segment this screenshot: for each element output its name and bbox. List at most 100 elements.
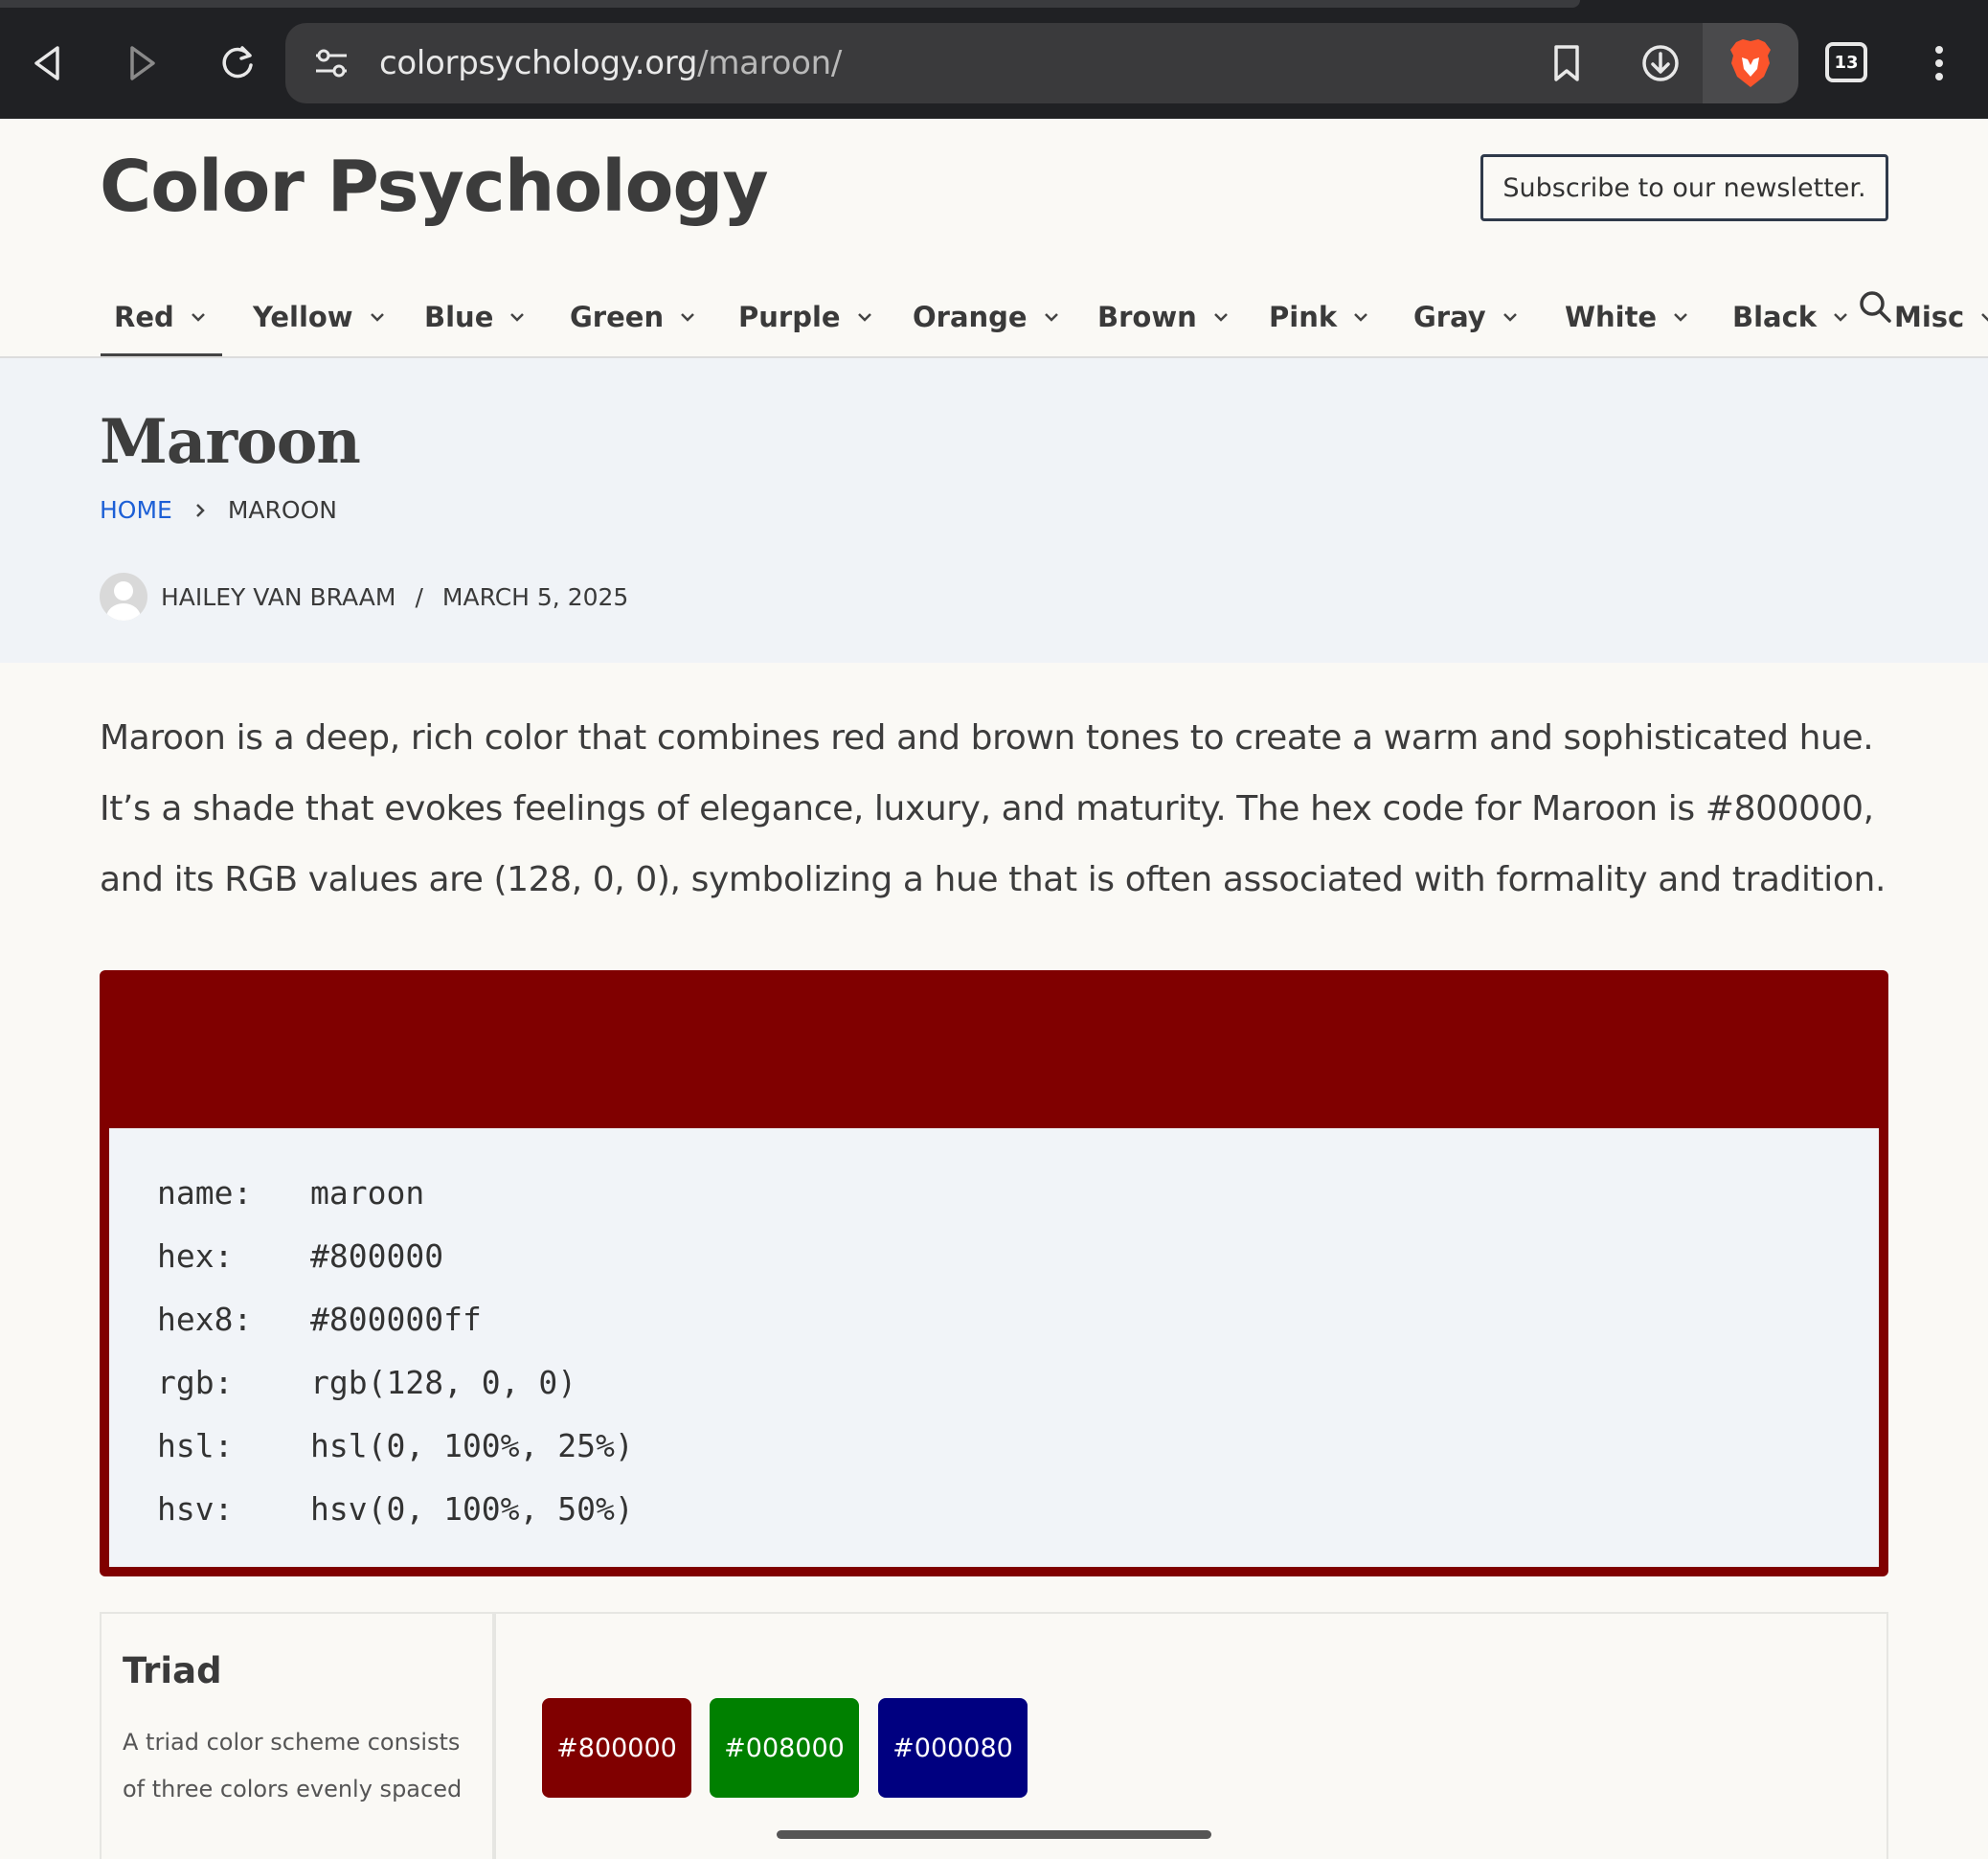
brave-shields-button[interactable]	[1703, 23, 1798, 103]
tab-switcher-button[interactable]: 13	[1825, 42, 1867, 82]
nav-item-green[interactable]: Green	[570, 278, 698, 356]
chevron-down-icon	[857, 313, 871, 322]
nav-item-red[interactable]: Red	[101, 278, 222, 358]
chevron-down-icon	[1354, 313, 1368, 322]
spec-value: maroon	[310, 1174, 425, 1212]
spec-row-hex: hex: #800000	[157, 1237, 443, 1275]
chevron-down-icon	[1834, 313, 1847, 322]
chevron-down-icon	[1981, 313, 1988, 322]
spec-key: hex:	[157, 1237, 234, 1275]
nav-item-black[interactable]: Black	[1732, 278, 1851, 356]
breadcrumb-home-link[interactable]: HOME	[100, 496, 172, 524]
spec-key: rgb:	[157, 1364, 234, 1401]
spec-row-hsl: hsl: hsl(0, 100%, 25%)	[157, 1427, 634, 1464]
tab-strip-edge	[0, 0, 1580, 8]
triad-description: A triad color scheme consists of three c…	[123, 1729, 463, 1802]
spec-value: hsl(0, 100%, 25%)	[310, 1427, 634, 1464]
intro-paragraph: Maroon is a deep, rich color that combin…	[100, 718, 1886, 899]
color-spec-panel: name: maroon hex: #800000 hex8: #800000ff r…	[109, 1128, 1879, 1567]
gesture-home-bar[interactable]	[777, 1830, 1211, 1839]
chevron-down-icon	[370, 313, 384, 322]
author-name[interactable]: HAILEY VAN BRAAM	[161, 583, 395, 611]
meta-separator: /	[415, 582, 423, 611]
download-icon[interactable]	[1639, 42, 1682, 84]
forward-button[interactable]	[107, 29, 176, 98]
nav-label: Red	[114, 301, 174, 333]
triad-swatches-panel: #800000 #008000 #000080	[494, 1612, 1888, 1859]
spec-key: hsv:	[157, 1490, 234, 1528]
spec-value: #800000ff	[310, 1301, 482, 1338]
reload-button[interactable]	[203, 29, 272, 98]
tab-count: 13	[1834, 52, 1859, 73]
forward-arrow-icon	[130, 46, 155, 80]
spec-value: #800000	[310, 1237, 444, 1275]
search-icon[interactable]	[1858, 289, 1892, 324]
bookmark-icon[interactable]	[1546, 42, 1588, 84]
reload-icon	[222, 46, 253, 79]
spec-key: hsl:	[157, 1427, 234, 1464]
spec-value: hsv(0, 100%, 50%)	[310, 1490, 634, 1528]
avatar[interactable]	[100, 573, 147, 621]
chevron-down-icon	[1044, 313, 1058, 322]
subscribe-button[interactable]: Subscribe to our newsletter.	[1480, 154, 1888, 221]
nav-item-brown[interactable]: Brown	[1097, 278, 1231, 356]
nav-label: Pink	[1269, 301, 1338, 333]
spec-row-rgb: rgb: rgb(128, 0, 0)	[157, 1364, 576, 1401]
triad-swatch-1[interactable]: #800000	[542, 1698, 691, 1798]
nav-label: Gray	[1413, 301, 1486, 333]
nav-label: Black	[1732, 301, 1818, 333]
nav-item-yellow[interactable]: Yellow	[253, 278, 388, 356]
nav-item-purple[interactable]: Purple	[738, 278, 875, 356]
chevron-down-icon	[1502, 313, 1517, 322]
nav-label: Blue	[424, 301, 494, 333]
swatch-hex: #800000	[556, 1733, 677, 1763]
address-bar[interactable]: colorpsychology.org/maroon/	[285, 23, 1798, 103]
nav-item-orange[interactable]: Orange	[913, 278, 1062, 356]
site-title[interactable]: Color Psychology	[100, 146, 769, 228]
url-path: /maroon/	[697, 44, 843, 82]
post-meta: HAILEY VAN BRAAM / MARCH 5, 2025	[100, 572, 628, 622]
triad-swatch-2[interactable]: #008000	[710, 1698, 859, 1798]
nav-label: Purple	[738, 301, 841, 333]
main-nav: Red Yellow Blue Green Purple Orange Brow…	[100, 278, 1988, 358]
chevron-right-icon	[195, 503, 205, 517]
post-date: MARCH 5, 2025	[441, 582, 629, 611]
spec-key: name:	[157, 1174, 253, 1212]
nav-label: Misc	[1894, 301, 1965, 333]
url-text[interactable]: colorpsychology.org/maroon/	[379, 44, 842, 82]
nav-label: Yellow	[253, 301, 353, 333]
spec-value: rgb(128, 0, 0)	[310, 1364, 577, 1401]
nav-item-blue[interactable]: Blue	[424, 278, 528, 356]
page-title: Maroon	[100, 406, 361, 478]
spec-row-hex8: hex8: #800000ff	[157, 1301, 482, 1338]
chevron-down-icon	[681, 313, 694, 322]
triad-swatch-3[interactable]: #000080	[878, 1698, 1028, 1798]
color-swatch-card: name: maroon hex: #800000 hex8: #800000ff r…	[100, 970, 1888, 1576]
nav-label: Brown	[1097, 301, 1197, 333]
tune-icon[interactable]	[310, 42, 352, 84]
swatch-hex: #000080	[892, 1733, 1013, 1763]
spec-row-hsv: hsv: hsv(0, 100%, 50%)	[157, 1490, 634, 1528]
chevron-down-icon	[1674, 313, 1687, 322]
breadcrumb-current: MAROON	[227, 496, 337, 524]
back-arrow-icon	[34, 46, 59, 80]
nav-label: Green	[570, 301, 665, 333]
breadcrumb: HOME MAROON	[100, 496, 337, 524]
back-button[interactable]	[13, 29, 82, 98]
chevron-down-icon	[510, 313, 525, 322]
spec-row-name: name: maroon	[157, 1174, 424, 1212]
spec-key: hex8:	[157, 1301, 253, 1338]
nav-label: Orange	[913, 301, 1028, 333]
nav-item-white[interactable]: White	[1565, 278, 1691, 356]
nav-label: White	[1565, 301, 1658, 333]
kebab-menu-icon[interactable]	[1925, 44, 1954, 82]
nav-item-misc[interactable]: Misc	[1894, 278, 1988, 356]
triad-title: Triad	[123, 1650, 222, 1691]
swatch-hex: #008000	[724, 1733, 845, 1763]
triad-info-panel: Triad A triad color scheme consists of t…	[100, 1612, 494, 1859]
url-host: colorpsychology.org	[379, 44, 698, 82]
chevron-down-icon	[191, 313, 205, 322]
nav-item-pink[interactable]: Pink	[1269, 278, 1371, 356]
browser-toolbar: colorpsychology.org/maroon/ 13	[0, 0, 1988, 119]
nav-item-gray[interactable]: Gray	[1413, 278, 1521, 356]
